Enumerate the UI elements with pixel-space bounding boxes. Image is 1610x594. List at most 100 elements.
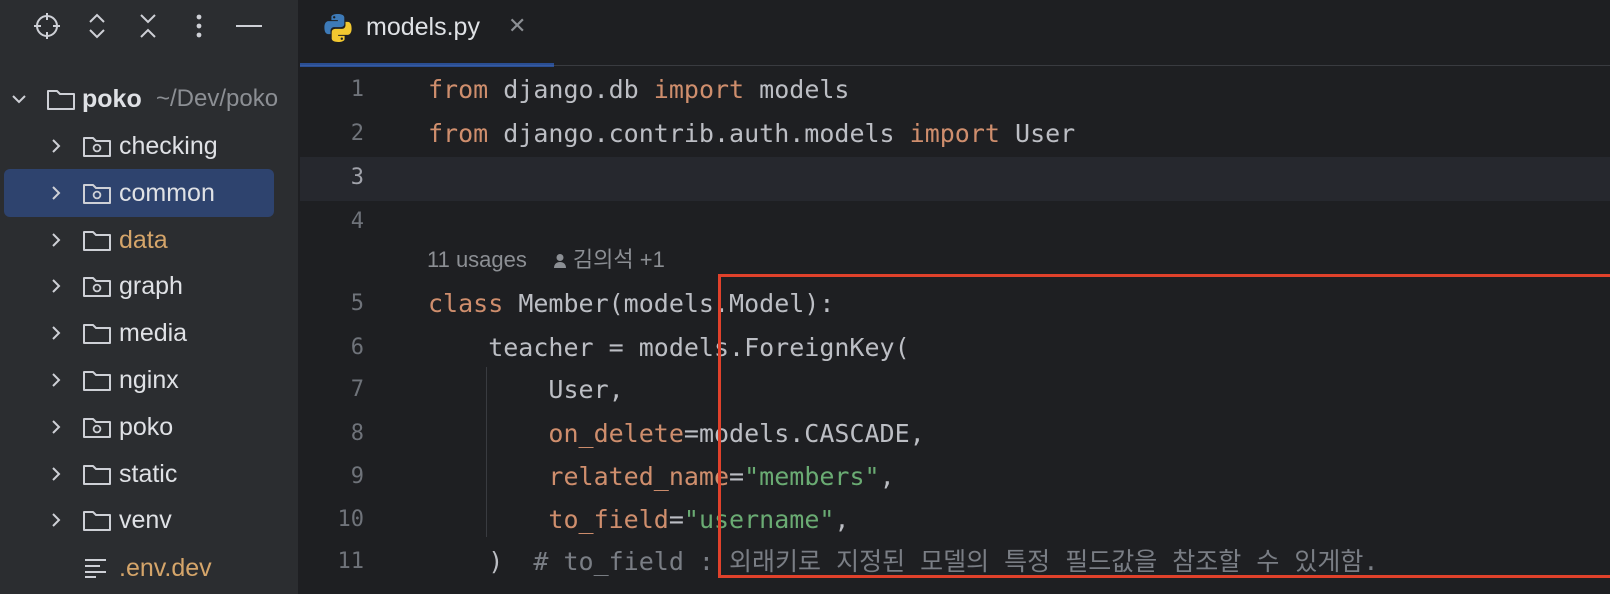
package-folder-icon <box>83 137 111 157</box>
code-text[interactable]: User, <box>428 368 624 412</box>
line-number: 4 <box>350 209 364 234</box>
code-text[interactable]: from django.contrib.auth.models import U… <box>428 112 1075 156</box>
code-token: "members" <box>744 462 880 491</box>
code-token: User, <box>428 375 624 404</box>
usages-count[interactable]: 11 usages <box>427 247 527 272</box>
folder-icon <box>83 511 111 532</box>
tree-item-nginx[interactable]: nginx <box>0 356 298 404</box>
chevron-right-icon[interactable] <box>47 465 65 483</box>
chevron-right-icon[interactable] <box>47 184 65 202</box>
tree-item-static[interactable]: static <box>0 450 298 498</box>
locate-icon[interactable] <box>32 11 62 41</box>
chevron-right-icon[interactable] <box>47 324 65 342</box>
tree-item-label: media <box>119 319 188 348</box>
code-token: ) <box>428 547 534 576</box>
code-line[interactable]: 10 to_field="username", <box>300 498 1610 542</box>
code-line[interactable]: 2 from django.contrib.auth.models import … <box>300 112 1610 156</box>
tree-root-poko[interactable]: poko ~/Dev/poko <box>0 75 298 123</box>
authors-label[interactable]: 김의석 +1 <box>573 247 665 272</box>
tree-item-label: venv <box>119 506 172 535</box>
code-line[interactable]: 5 class Member(models.Model): <box>300 282 1610 326</box>
package-folder-icon <box>83 417 111 438</box>
project-sidebar: poko ~/Dev/poko checking common data graph m… <box>0 0 298 594</box>
tree-item-data[interactable]: data <box>0 216 298 264</box>
chevron-down-icon[interactable] <box>10 90 28 108</box>
code-vision-hint[interactable]: 11 usages 김의석 +1 <box>427 243 665 277</box>
code-token: Member(models.Model): <box>503 289 835 318</box>
code-line[interactable]: 4 <box>300 200 1610 244</box>
collapse-all-icon[interactable] <box>133 11 163 41</box>
code-line[interactable]: 8 on_delete=models.CASCADE, <box>300 412 1610 456</box>
chevron-right-icon[interactable] <box>47 277 65 295</box>
code-token: User <box>999 119 1076 148</box>
code-text[interactable]: teacher = models.ForeignKey( <box>428 326 909 370</box>
tab-models-py[interactable]: models.py ✕ <box>300 0 554 67</box>
line-number: 9 <box>350 464 364 489</box>
line-number: 1 <box>350 77 364 102</box>
sidebar-toolbar <box>0 0 298 52</box>
code-editor: models.py ✕ 11 usages 김의석 +1 1 from django… <box>300 0 1610 594</box>
hide-panel-icon[interactable] <box>234 11 264 41</box>
folder-icon <box>83 371 111 391</box>
code-text[interactable]: class Member(models.Model): <box>428 282 834 326</box>
chevron-right-icon[interactable] <box>47 137 65 155</box>
code-token: class <box>428 289 504 318</box>
code-token: django.contrib.auth.models <box>488 119 910 148</box>
tree-item-label: static <box>119 459 178 488</box>
folder-icon <box>83 230 111 251</box>
code-text[interactable]: related_name="members", <box>428 455 895 499</box>
person-icon <box>553 254 566 269</box>
line-number: 6 <box>350 335 364 360</box>
tree-item-poko[interactable]: poko <box>0 403 298 451</box>
tree-file-env-dev[interactable]: .env.dev <box>0 544 298 592</box>
code-area[interactable]: 11 usages 김의석 +1 1 from django.db import m… <box>300 67 1610 594</box>
package-folder-icon <box>83 183 111 204</box>
code-token: # to_field : 외래키로 지정된 모델의 특정 필드값을 참조할 수 … <box>533 547 1379 576</box>
tree-item-media[interactable]: media <box>0 309 298 357</box>
code-token: , <box>834 505 850 534</box>
code-line[interactable]: 1 from django.db import models <box>300 68 1610 112</box>
code-token: , <box>879 462 895 491</box>
code-token: from <box>428 75 489 104</box>
code-text[interactable]: ) # to_field : 외래키로 지정된 모델의 특정 필드값을 참조할 … <box>428 540 1378 584</box>
folder-icon <box>47 90 75 110</box>
code-line[interactable]: 11 ) # to_field : 외래키로 지정된 모델의 특정 필드값을 참… <box>300 540 1610 584</box>
tree-item-checking[interactable]: checking <box>0 122 298 170</box>
code-line[interactable]: 9 related_name="members", <box>300 455 1610 499</box>
code-line[interactable]: 7 User, <box>300 368 1610 412</box>
code-token: import <box>653 75 745 104</box>
tree-item-graph[interactable]: graph <box>0 262 298 310</box>
code-token: import <box>909 119 1000 148</box>
code-text[interactable]: on_delete=models.CASCADE, <box>428 412 924 456</box>
text-file-icon <box>85 559 106 578</box>
code-token: from <box>428 119 489 148</box>
tree-item-label: common <box>119 178 215 207</box>
line-number: 2 <box>350 121 364 146</box>
tree-item-label: graph <box>119 272 183 301</box>
chevron-right-icon[interactable] <box>47 511 65 529</box>
line-number: 5 <box>350 291 364 316</box>
chevron-right-icon[interactable] <box>47 371 65 389</box>
code-token: = <box>729 462 745 491</box>
code-text[interactable]: to_field="username", <box>428 498 849 542</box>
chevron-right-icon[interactable] <box>47 231 65 249</box>
folder-icon <box>83 324 111 345</box>
code-token: django.db <box>488 75 654 104</box>
code-text[interactable]: from django.db import models <box>428 68 849 112</box>
tab-label: models.py <box>366 13 480 41</box>
expand-all-icon[interactable] <box>82 11 112 41</box>
more-options-icon[interactable] <box>184 11 214 41</box>
tab-close-icon[interactable]: ✕ <box>508 14 526 38</box>
code-line[interactable]: 3 <box>300 156 1610 200</box>
tree-item-label: poko <box>119 412 174 441</box>
python-file-icon <box>324 14 352 42</box>
code-token: "username" <box>683 505 835 534</box>
code-line[interactable]: 6 teacher = models.ForeignKey( <box>300 326 1610 370</box>
tree-item-venv[interactable]: venv <box>0 496 298 544</box>
tree-item-common[interactable]: common <box>0 168 298 217</box>
chevron-right-icon[interactable] <box>47 418 65 436</box>
code-token: to_field <box>548 505 669 534</box>
